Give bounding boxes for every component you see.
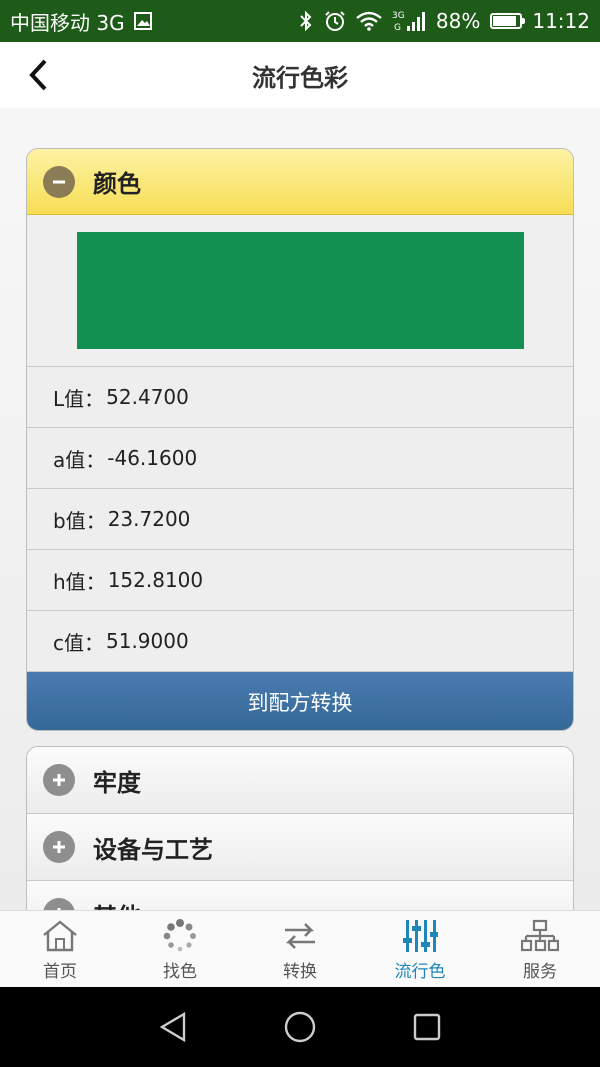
alarm-icon [324,10,346,32]
dots-spinner-icon [162,917,198,955]
expand-plus-icon [43,898,75,910]
page-title: 流行色彩 [252,63,348,92]
section-title: 其他 [93,897,141,911]
swap-arrows-icon [281,917,319,955]
expand-plus-icon [43,764,75,796]
tab-convert[interactable]: 转换 [240,911,360,987]
value-label: c值： [53,630,104,655]
triangle-back-icon [159,1011,186,1043]
value-number: -46.1600 [107,446,198,470]
value-row-b: b值： 23.7200 [27,489,573,550]
value-row-h: h值： 152.8100 [27,550,573,611]
swatch-area [27,215,573,367]
tab-home[interactable]: 首页 [0,911,120,987]
carrier-label: 中国移动 3G [10,10,125,35]
value-row-a: a值： -46.1600 [27,428,573,489]
value-label: h值： [53,569,106,594]
value-number: 23.7200 [107,507,191,531]
value-label: a值： [53,447,106,472]
tab-label: 流行色 [394,961,446,982]
circle-home-icon [284,1011,316,1043]
lab-values-list: L值： 52.4700 a值： -46.1600 b值： 23.7200 h值： 152… [27,367,573,672]
value-row-l: L值： 52.4700 [27,367,573,428]
convert-to-formula-button[interactable]: 到配方转换 [27,672,573,730]
network-badge-top: 3G [392,11,405,21]
battery-level-fill [493,16,517,26]
signal-icon: 3G G [392,9,426,33]
app-header: 流行色彩 [0,42,600,108]
collapse-minus-icon [43,165,75,198]
battery-percent: 88% [435,9,481,33]
tab-label: 首页 [43,961,77,982]
battery-icon [490,13,526,29]
sliders-icon [402,917,438,955]
color-panel-title: 颜色 [93,170,141,198]
wifi-icon [356,11,382,31]
value-label: L值： [53,386,105,411]
tab-trend-color[interactable]: 流行色 [360,911,480,987]
value-row-c: c值： 51.9000 [27,611,573,672]
clock: 11:12 [532,9,590,33]
nav-back-button[interactable] [148,1002,198,1052]
section-header-fastness[interactable]: 牢度 [27,747,573,814]
expand-plus-icon [43,831,75,863]
bluetooth-icon [298,10,314,32]
status-bar: 中国移动 3G 3G G 88% 11:12 [0,0,600,42]
value-number: 152.8100 [107,568,204,592]
tab-label: 服务 [523,961,557,982]
bottom-tab-bar: 首页 找色 转换 流行色 服务 [0,910,600,987]
nav-recents-button[interactable] [402,1002,452,1052]
image-notification-icon [133,11,153,31]
network-badge-bottom: G [394,23,401,33]
system-nav-bar [0,987,600,1067]
value-number: 52.4700 [106,385,189,409]
tab-service[interactable]: 服务 [480,911,600,987]
chevron-left-icon [29,59,47,91]
value-number: 51.9000 [106,629,189,653]
tab-label: 找色 [163,961,197,982]
main-content[interactable]: 颜色 L值： 52.4700 a值： -46.1600 b值： 23.7200 h值：… [0,108,600,910]
back-button[interactable] [18,54,58,96]
color-swatch [76,232,524,349]
color-panel-header[interactable]: 颜色 [27,149,573,215]
tab-label: 转换 [283,961,317,982]
nav-home-button[interactable] [275,1002,325,1052]
color-panel: 颜色 L值： 52.4700 a值： -46.1600 b值： 23.7200 h值：… [26,148,574,731]
collapsed-sections: 牢度 设备与工艺 其他 [26,746,574,910]
section-title: 设备与工艺 [93,835,213,864]
value-label: b值： [53,508,106,533]
section-title: 牢度 [93,768,141,797]
section-header-equipment[interactable]: 设备与工艺 [27,814,573,881]
tab-find-color[interactable]: 找色 [120,911,240,987]
section-header-other[interactable]: 其他 [27,881,573,910]
square-recents-icon [413,1013,440,1041]
network-icon [521,917,559,955]
home-icon [41,917,79,955]
